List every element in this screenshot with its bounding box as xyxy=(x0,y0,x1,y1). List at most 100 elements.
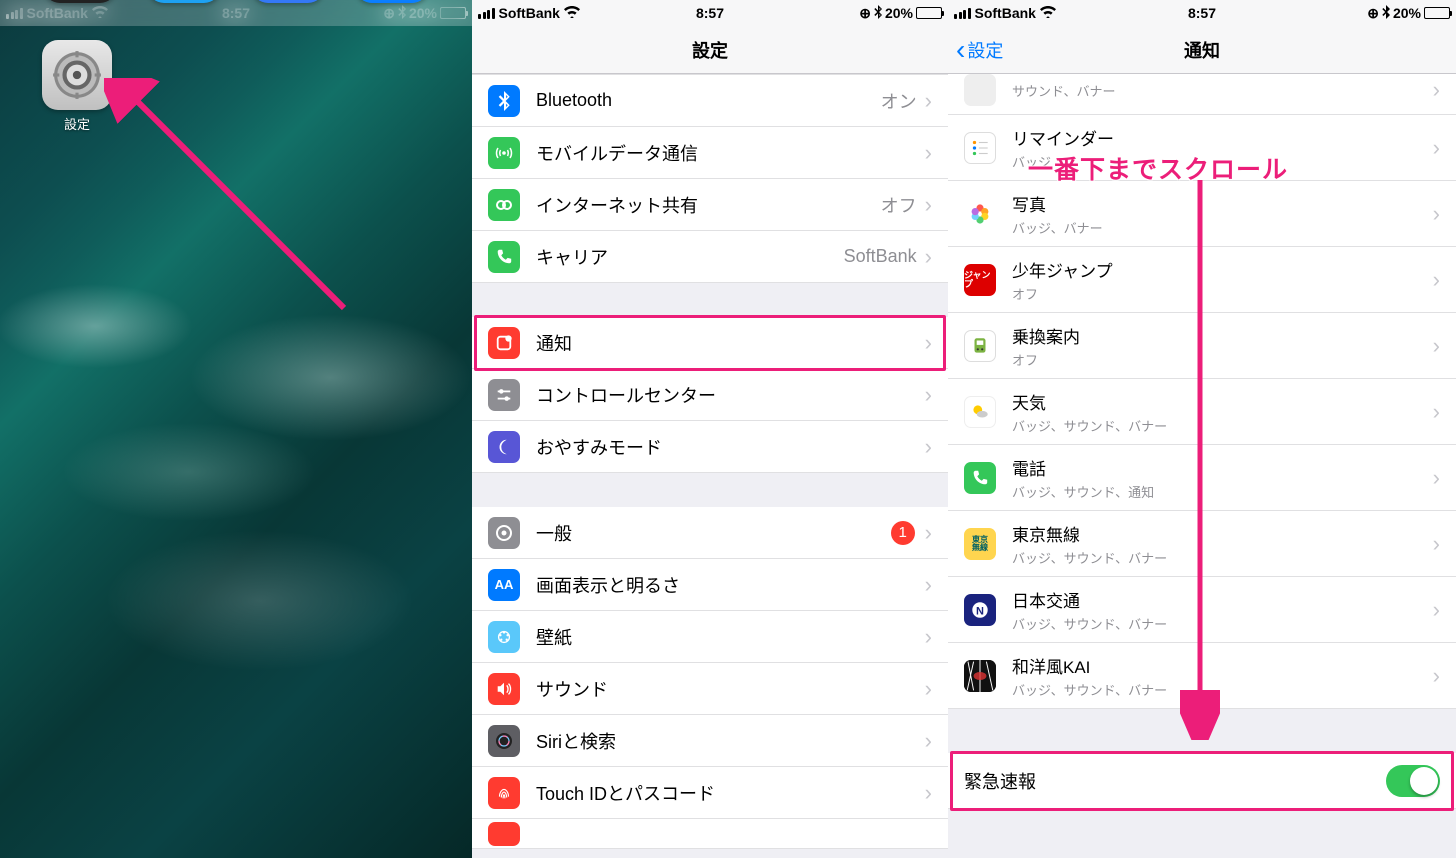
row-subtitle: バッジ、サウンド、バナー xyxy=(1012,548,1425,567)
carrier-label: SoftBank xyxy=(975,5,1036,21)
dock-app-twitter[interactable] xyxy=(148,0,220,3)
chevron-right-icon: › xyxy=(925,728,932,754)
carrier-label: SoftBank xyxy=(499,5,560,21)
photos-icon xyxy=(964,198,996,230)
chevron-right-icon: › xyxy=(925,244,932,270)
list-item-phone[interactable]: 電話 バッジ、サウンド、通知 › xyxy=(948,445,1456,511)
location-icon: ⊕ xyxy=(859,5,871,22)
settings-screen: SoftBank 8:57 ⊕ 20% 設定 Bluetooth オン › モバ… xyxy=(472,0,948,858)
row-carrier[interactable]: キャリア SoftBank › xyxy=(472,231,948,283)
hotspot-icon xyxy=(488,189,520,221)
row-siri[interactable]: Siriと検索 › xyxy=(472,715,948,767)
chevron-right-icon: › xyxy=(925,140,932,166)
wallpaper-icon xyxy=(488,621,520,653)
chevron-right-icon: › xyxy=(1433,663,1440,689)
row-title: 東京無線 xyxy=(1012,521,1425,546)
row-title: 乗換案内 xyxy=(1012,323,1425,348)
chevron-right-icon: › xyxy=(925,382,932,408)
row-label: Bluetooth xyxy=(536,90,881,111)
row-control-center[interactable]: コントロールセンター › xyxy=(472,369,948,421)
settings-app-icon[interactable]: 設定 xyxy=(42,40,112,133)
row-subtitle: バッジ、バナー xyxy=(1012,218,1425,237)
row-subtitle: バッジ、サウンド、バナー xyxy=(1012,416,1425,435)
list-item[interactable]: サウンド、バナー › xyxy=(948,74,1456,115)
siri-icon xyxy=(488,725,520,757)
row-label: インターネット共有 xyxy=(536,192,881,218)
control-center-icon xyxy=(488,379,520,411)
row-touchid[interactable]: Touch IDとパスコード › xyxy=(472,767,948,819)
dock-app-appstore[interactable]: 9 xyxy=(356,0,428,3)
fingerprint-icon xyxy=(488,777,520,809)
row-emergency-alerts[interactable]: 緊急速報 xyxy=(948,753,1456,809)
phone-icon xyxy=(488,241,520,273)
row-notifications[interactable]: 通知 › xyxy=(472,317,948,369)
row-display[interactable]: AA 画面表示と明るさ › xyxy=(472,559,948,611)
chevron-right-icon: › xyxy=(1433,267,1440,293)
row-label: モバイルデータ通信 xyxy=(536,140,925,166)
cellular-signal-icon xyxy=(478,8,495,19)
row-value: SoftBank xyxy=(844,246,917,267)
row-subtitle: バッジ、サウンド、通知 xyxy=(1012,482,1425,501)
page-title: 通知 xyxy=(1184,37,1220,63)
row-value: オフ xyxy=(881,192,917,218)
toggle-switch[interactable] xyxy=(1386,765,1440,797)
row-title: 電話 xyxy=(1012,455,1425,480)
chevron-right-icon: › xyxy=(1433,135,1440,161)
page-title: 設定 xyxy=(692,37,728,63)
row-general[interactable]: 一般 1 › xyxy=(472,507,948,559)
chevron-right-icon: › xyxy=(925,520,932,546)
chevron-right-icon: › xyxy=(925,624,932,650)
row-label: 一般 xyxy=(536,520,891,546)
row-label: コントロールセンター xyxy=(536,382,925,408)
location-icon: ⊕ xyxy=(1367,5,1379,22)
row-dnd[interactable]: おやすみモード › xyxy=(472,421,948,473)
reminders-icon xyxy=(964,132,996,164)
cellular-signal-icon xyxy=(954,8,971,19)
row-label: Touch IDとパスコード xyxy=(536,780,925,806)
dock-app-3[interactable] xyxy=(252,0,324,3)
chevron-right-icon: › xyxy=(925,88,932,114)
battery-icon xyxy=(1424,7,1450,19)
row-title: 日本交通 xyxy=(1012,587,1425,612)
row-subtitle: オフ xyxy=(1012,284,1425,303)
row-wallpaper[interactable]: 壁紙 › xyxy=(472,611,948,663)
chevron-right-icon: › xyxy=(1433,531,1440,557)
list-item-weather[interactable]: 天気 バッジ、サウンド、バナー › xyxy=(948,379,1456,445)
back-label: 設定 xyxy=(967,37,1003,63)
row-truncated[interactable] xyxy=(472,819,948,849)
chevron-right-icon: › xyxy=(1433,465,1440,491)
n-icon: N xyxy=(964,594,996,626)
row-label: おやすみモード xyxy=(536,434,925,460)
row-hotspot[interactable]: インターネット共有 オフ › xyxy=(472,179,948,231)
row-title: 写真 xyxy=(1012,191,1425,216)
app-icon xyxy=(964,74,996,106)
row-title: 少年ジャンプ xyxy=(1012,257,1425,282)
bluetooth-icon xyxy=(488,85,520,117)
svg-text:N: N xyxy=(976,605,984,617)
badge: 1 xyxy=(891,521,915,545)
row-bluetooth[interactable]: Bluetooth オン › xyxy=(472,75,948,127)
kai-icon xyxy=(964,660,996,692)
chevron-right-icon: › xyxy=(1433,399,1440,425)
list-item-photos[interactable]: 写真 バッジ、バナー › xyxy=(948,181,1456,247)
chevron-right-icon: › xyxy=(925,676,932,702)
chevron-right-icon: › xyxy=(1433,597,1440,623)
row-sounds[interactable]: サウンド › xyxy=(472,663,948,715)
battery-percent: 20% xyxy=(1393,5,1421,21)
moon-icon xyxy=(488,431,520,463)
back-button[interactable]: ‹ 設定 xyxy=(956,36,1003,64)
row-cellular[interactable]: モバイルデータ通信 › xyxy=(472,127,948,179)
list-item-jump[interactable]: ジャンプ 少年ジャンプ オフ › xyxy=(948,247,1456,313)
row-label: キャリア xyxy=(536,244,844,270)
speaker-icon xyxy=(488,673,520,705)
list-item-reminders[interactable]: リマインダー バッジ › xyxy=(948,115,1456,181)
list-item-norikae[interactable]: 乗換案内 オフ › xyxy=(948,313,1456,379)
display-icon: AA xyxy=(488,569,520,601)
list-item-tokyo[interactable]: 東京無線 東京無線 バッジ、サウンド、バナー › xyxy=(948,511,1456,577)
list-item-nihon[interactable]: N 日本交通 バッジ、サウンド、バナー › xyxy=(948,577,1456,643)
row-value: オン xyxy=(881,88,917,114)
home-screen: SoftBank 8:57 ⊕ 20% xyxy=(0,0,472,858)
dock-app-1[interactable] xyxy=(44,0,116,3)
list-item-kai[interactable]: 和洋風KAI バッジ、サウンド、バナー › xyxy=(948,643,1456,709)
row-label: 緊急速報 xyxy=(964,768,1386,794)
